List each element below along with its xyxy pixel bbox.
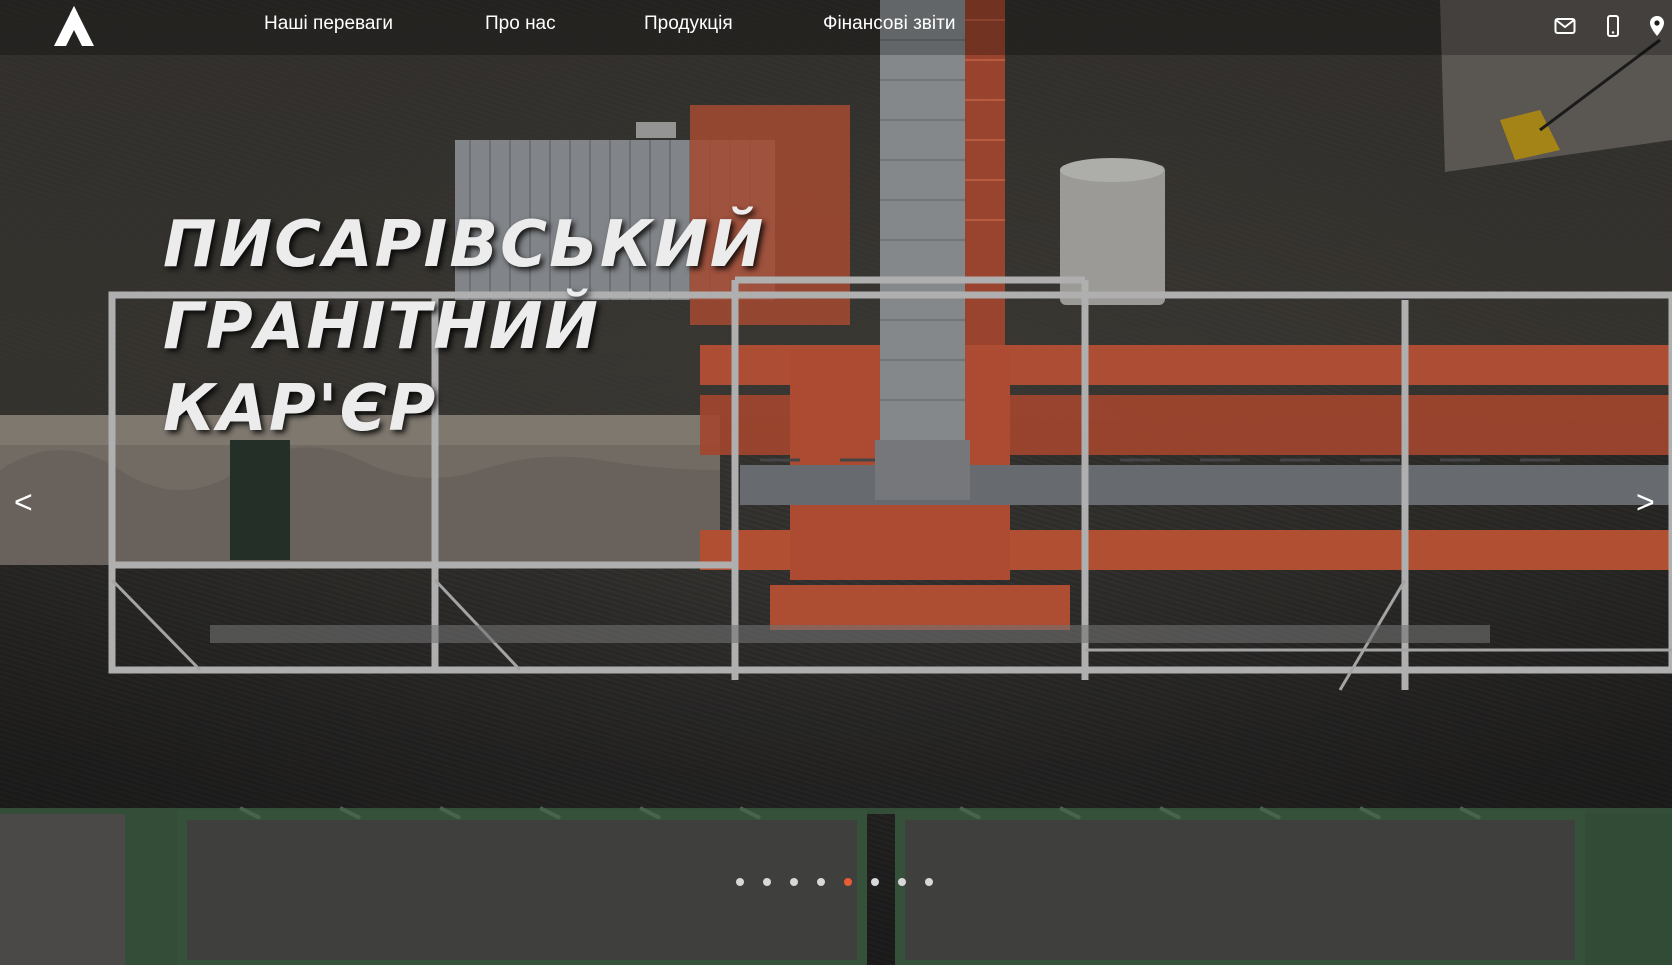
menu-item-financial-reports[interactable]: Фінансові звіти xyxy=(823,13,955,35)
slider-dot-5[interactable] xyxy=(844,878,852,886)
menu-item-products[interactable]: Продукція xyxy=(644,13,733,35)
hero-title: ПИСАРІВСЬКИЙ ГРАНІТНИЙ КАР'ЄР xyxy=(163,204,766,450)
mountain-a-logo[interactable] xyxy=(52,4,96,46)
hero-slider: Наші переваги Про нас Продукція Фінансов… xyxy=(0,0,1672,965)
map-pin-icon[interactable] xyxy=(1645,14,1669,38)
slider-dot-7[interactable] xyxy=(898,878,906,886)
slider-dot-1[interactable] xyxy=(736,878,744,886)
hero-title-line-3: КАР'ЄР xyxy=(163,372,438,446)
hero-title-line-1: ПИСАРІВСЬКИЙ xyxy=(163,208,766,282)
slider-dot-2[interactable] xyxy=(763,878,771,886)
slider-prev-button[interactable]: < xyxy=(14,482,33,522)
menu-item-about[interactable]: Про нас xyxy=(485,13,556,35)
envelope-icon[interactable] xyxy=(1553,14,1577,38)
slider-dot-3[interactable] xyxy=(790,878,798,886)
slider-dot-8[interactable] xyxy=(925,878,933,886)
mobile-phone-icon[interactable] xyxy=(1601,14,1625,38)
menu-item-advantages[interactable]: Наші переваги xyxy=(264,13,393,35)
slider-dot-4[interactable] xyxy=(817,878,825,886)
slider-next-button[interactable]: > xyxy=(1636,482,1655,522)
hero-title-line-2: ГРАНІТНИЙ xyxy=(163,290,600,364)
hero-background-image xyxy=(0,0,1672,965)
top-navigation: Наші переваги Про нас Продукція Фінансов… xyxy=(0,0,1672,50)
slider-dot-6[interactable] xyxy=(871,878,879,886)
